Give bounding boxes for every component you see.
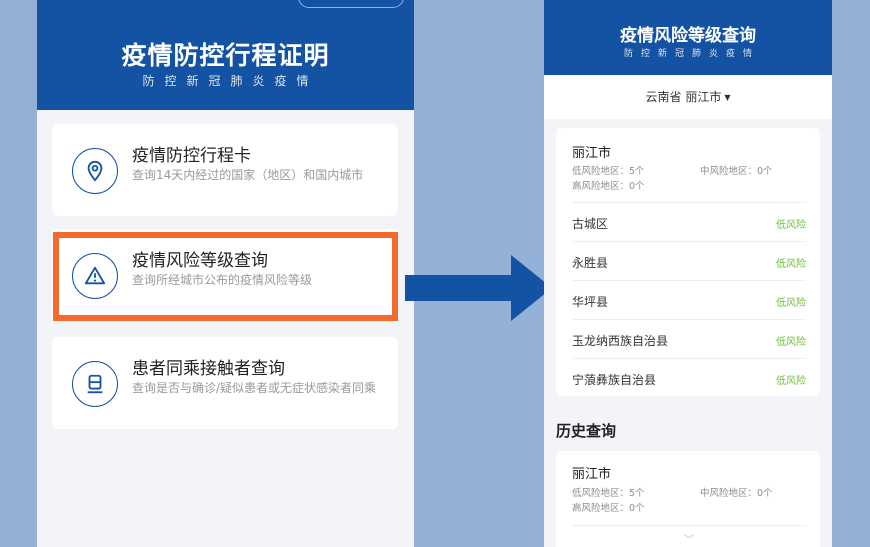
district-row[interactable]: 宁蒗彝族自治县 低风险 — [572, 358, 806, 398]
contact-query-card[interactable]: 患者同乘接触者查询 查询是否与确诊/疑似患者或无症状感染者同乘 — [52, 337, 398, 429]
card-description: 查询是否与确诊/疑似患者或无症状感染者同乘 — [132, 381, 377, 395]
district-row[interactable]: 古城区 低风险 — [572, 202, 806, 242]
high-risk-count: 高风险地区：0个 — [572, 503, 645, 514]
high-risk-count: 高风险地区：0个 — [572, 181, 645, 192]
district-name: 宁蒗彝族自治县 — [572, 373, 657, 387]
history-card[interactable]: 丽江市 低风险地区：5个 中风险地区：0个 高风险地区：0个 ﹀ — [556, 451, 820, 547]
page-title: 疫情风险等级查询 — [620, 26, 756, 46]
district-row[interactable]: 玉龙纳西族自治县 低风险 — [572, 319, 806, 359]
low-risk-count: 低风险地区：5个 — [572, 166, 645, 177]
page-title: 疫情防控行程证明 — [121, 41, 330, 70]
itinerary-card[interactable]: 疫情防控行程卡 查询14天内经过的国家（地区）和国内城市 — [52, 124, 398, 216]
history-section-title: 历史查询 — [556, 422, 617, 440]
location-selector[interactable]: 云南省 丽江市 ▼ — [544, 75, 832, 119]
district-row[interactable]: 华坪县 低风险 — [572, 280, 806, 320]
caret-down-icon: ▼ — [724, 92, 731, 102]
district-row[interactable]: 永胜县 低风险 — [572, 241, 806, 281]
district-name: 古城区 — [572, 217, 609, 231]
card-title: 疫情防控行程卡 — [132, 146, 251, 166]
location-pin-icon — [72, 148, 118, 194]
page-subtitle: 防控新冠肺炎疫情 — [142, 74, 319, 88]
risk-level-badge: 低风险 — [776, 337, 806, 348]
risk-list-card: 丽江市 低风险地区：5个 中风险地区：0个 高风险地区：0个 古城区 低风险 永… — [556, 128, 820, 396]
card-description: 查询14天内经过的国家（地区）和国内城市 — [132, 168, 364, 182]
page-subtitle: 防控新冠肺炎疫情 — [623, 49, 760, 59]
chevron-down-icon[interactable]: ﹀ — [684, 531, 694, 546]
right-phone-screen: 疫情风险等级查询 防控新冠肺炎疫情 云南省 丽江市 ▼ 丽江市 低风险地区：5个 … — [544, 0, 832, 547]
low-risk-count: 低风险地区：5个 — [572, 488, 645, 499]
risk-level-badge: 低风险 — [776, 376, 806, 387]
mid-risk-count: 中风险地区：0个 — [700, 488, 773, 499]
city-name: 丽江市 — [572, 146, 612, 161]
location-label: 云南省 丽江市 — [645, 90, 722, 104]
card-title: 患者同乘接触者查询 — [132, 359, 285, 379]
top-pill-button[interactable] — [298, 0, 404, 8]
city-name: 丽江市 — [572, 467, 612, 482]
highlight-box — [53, 232, 398, 321]
risk-level-badge: 低风险 — [776, 298, 806, 309]
risk-level-badge: 低风险 — [776, 220, 806, 231]
right-header: 疫情风险等级查询 防控新冠肺炎疫情 — [544, 0, 832, 75]
train-icon — [72, 361, 118, 407]
district-name: 华坪县 — [572, 295, 609, 309]
risk-level-badge: 低风险 — [776, 259, 806, 270]
mid-risk-count: 中风险地区：0个 — [700, 166, 773, 177]
district-name: 永胜县 — [572, 256, 609, 270]
divider — [572, 525, 806, 526]
left-header: 疫情防控行程证明 防控新冠肺炎疫情 — [37, 0, 414, 110]
arrow-right-icon — [405, 255, 552, 321]
district-name: 玉龙纳西族自治县 — [572, 334, 669, 348]
